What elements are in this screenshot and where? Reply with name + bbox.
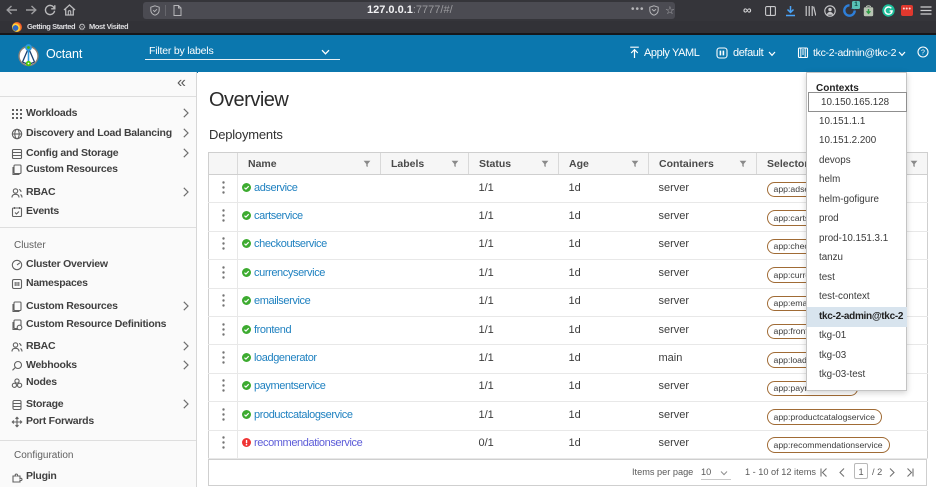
svg-text:?: ? [921, 49, 925, 56]
